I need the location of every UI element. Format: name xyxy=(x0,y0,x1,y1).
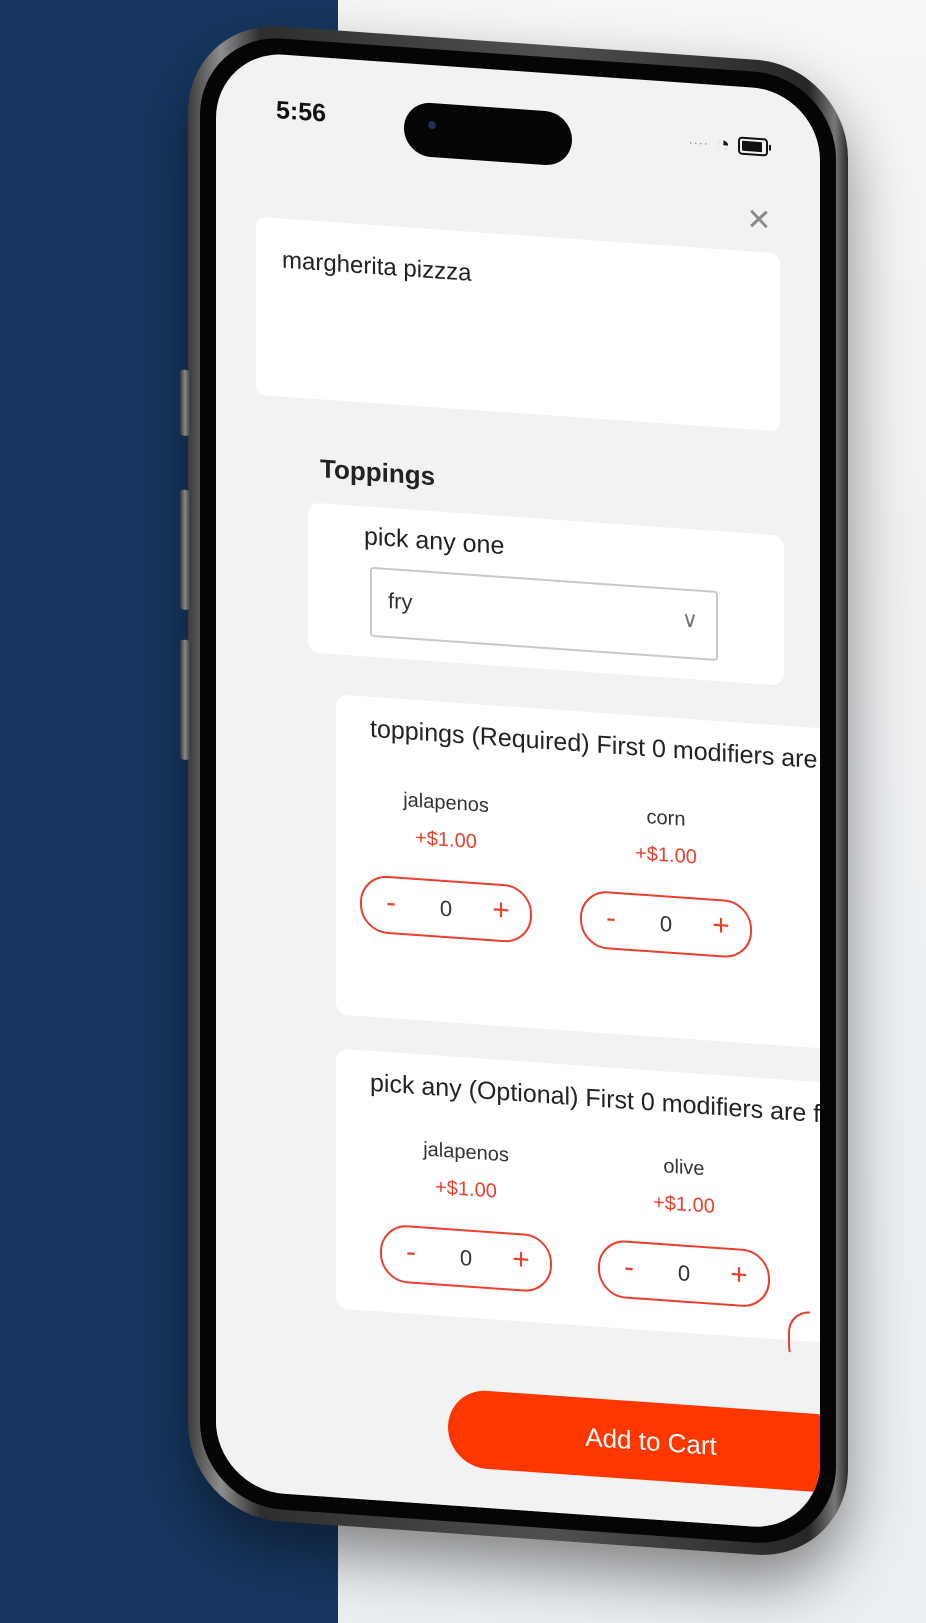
modifier-name: corn xyxy=(646,806,686,831)
modifier-item: olive +$1.00 - 0 + xyxy=(594,1150,774,1309)
modifier-item: corn +$1.00 - 0 + xyxy=(576,801,756,960)
modifier-name: jalapenos xyxy=(423,1138,509,1167)
status-icons: ···· ◔ xyxy=(689,129,768,161)
group-title: pick any (Optional) First 0 modifiers ar… xyxy=(370,1068,820,1131)
camera-dot xyxy=(428,120,436,130)
battery-icon xyxy=(738,136,768,157)
modifier-group-required: toppings (Required) First 0 modifiers ar… xyxy=(336,694,820,1049)
modifier-price: +$1.00 xyxy=(415,826,477,854)
phone-mockup: 5:56 ···· ◔ ✕ margherita pizzza Toppings… xyxy=(179,20,848,1562)
chevron-down-icon: ∨ xyxy=(681,606,698,633)
quantity-stepper: - 0 + xyxy=(598,1238,770,1309)
item-card: margherita pizzza xyxy=(256,216,780,432)
volume-down-button xyxy=(179,639,191,761)
modifier-price: +$1.00 xyxy=(653,1191,715,1218)
quantity-stepper: - 0 + xyxy=(360,874,532,945)
action-button xyxy=(179,369,191,437)
quantity-stepper: - 0 + xyxy=(380,1223,552,1294)
section-heading: Toppings xyxy=(320,453,436,492)
increment-button[interactable]: + xyxy=(724,1257,754,1293)
wifi-icon: ◔ xyxy=(716,130,730,157)
modifier-name: jalapenos xyxy=(403,789,489,818)
close-icon: ✕ xyxy=(746,203,772,238)
quantity-stepper: - 0 + xyxy=(580,889,752,960)
group-title: toppings (Required) First 0 modifiers ar… xyxy=(370,714,820,778)
select-value: fry xyxy=(388,587,413,615)
increment-button[interactable]: + xyxy=(506,1242,536,1278)
increment-button[interactable]: + xyxy=(706,908,736,944)
modifier-item: jalapenos +$1.00 - 0 + xyxy=(376,1135,556,1294)
app-screen: 5:56 ···· ◔ ✕ margherita pizzza Toppings… xyxy=(216,49,820,1532)
modifier-price: +$1.00 xyxy=(635,842,697,869)
item-title: margherita pizzza xyxy=(282,246,472,287)
modifier-item: jalapenos +$1.00 - 0 + xyxy=(356,786,536,945)
increment-button[interactable]: + xyxy=(486,893,516,929)
signal-icon: ···· xyxy=(688,135,709,151)
modifier-price: +$1.00 xyxy=(435,1176,497,1203)
modifier-name: olive xyxy=(663,1155,705,1181)
close-button[interactable]: ✕ xyxy=(744,203,774,238)
pick-one-label: pick any one xyxy=(364,522,505,561)
pick-one-card: pick any one fry ∨ xyxy=(308,502,784,686)
status-time: 5:56 xyxy=(276,96,327,128)
dynamic-island xyxy=(404,101,572,167)
modifier-group-optional: pick any (Optional) First 0 modifiers ar… xyxy=(336,1048,820,1370)
volume-up-button xyxy=(179,489,191,611)
topping-select[interactable]: fry ∨ xyxy=(370,566,718,662)
